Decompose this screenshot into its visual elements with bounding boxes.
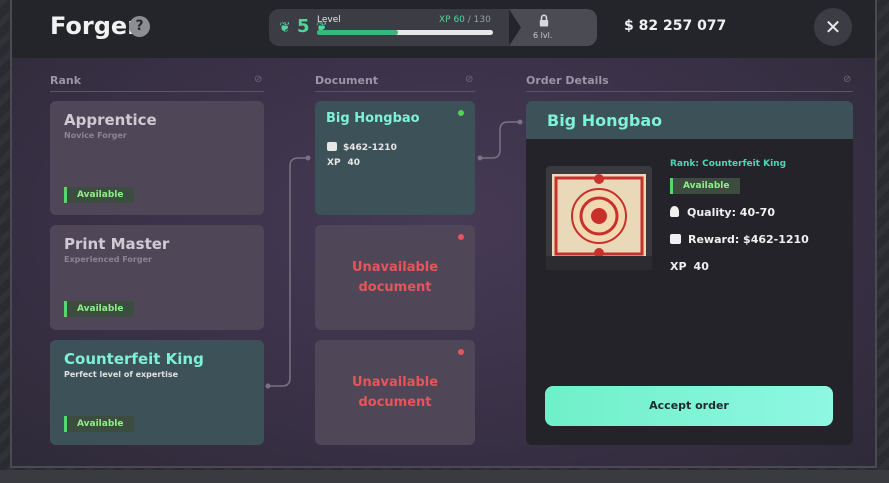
reward-value: $462-1210 xyxy=(343,143,397,153)
xp-value: 40 xyxy=(693,260,709,273)
document-reward: $462-1210 xyxy=(327,142,397,153)
details-title: Big Hongbao xyxy=(547,111,663,130)
quality-icon xyxy=(670,206,679,217)
forger-window: Forger ? ❦ 5 ❦ Level XP 60 / 130 6 lvl. … xyxy=(10,0,877,468)
unavailable-text-line2: document xyxy=(358,280,432,295)
rank-title: Counterfeit King xyxy=(64,350,204,368)
rank-title: Apprentice xyxy=(64,111,157,129)
document-preview-image xyxy=(546,166,652,270)
unavailable-text-line1: Unavailable xyxy=(351,260,439,275)
rank-subtitle: Perfect level of expertise xyxy=(64,370,179,379)
quality-value: Quality: 40-70 xyxy=(687,206,775,219)
document-title: Big Hongbao xyxy=(326,111,420,126)
rank-card-apprentice[interactable]: Apprentice Novice Forger Available xyxy=(50,101,264,215)
document-card-unavailable: Unavailable document xyxy=(315,225,475,330)
accept-order-button[interactable]: Accept order xyxy=(545,386,833,426)
rank-subtitle: Novice Forger xyxy=(64,131,127,140)
status-badge: Available xyxy=(64,187,134,203)
available-dot xyxy=(458,110,464,116)
unavailable-dot xyxy=(458,349,464,355)
hongbao-image xyxy=(546,174,652,270)
wallet-icon xyxy=(670,234,681,244)
unavailable-text-line1: Unavailable xyxy=(351,375,439,390)
taskbar xyxy=(0,470,889,483)
document-card-big-hongbao[interactable]: Big Hongbao $462-1210 XP 40 xyxy=(315,101,475,215)
xp-icon: XP xyxy=(670,260,687,273)
details-quality: Quality: 40-70 xyxy=(670,206,775,219)
status-badge: Available xyxy=(64,301,134,317)
xp-value: 40 xyxy=(347,158,361,168)
rank-card-counterfeit-king[interactable]: Counterfeit King Perfect level of expert… xyxy=(50,340,264,445)
details-xp: XP 40 xyxy=(670,260,709,273)
document-card-unavailable: Unavailable document xyxy=(315,340,475,445)
document-xp: XP 40 xyxy=(327,158,360,168)
details-rank: Rank: Counterfeit King xyxy=(670,159,787,169)
unavailable-dot xyxy=(458,234,464,240)
rank-card-print-master[interactable]: Print Master Experienced Forger Availabl… xyxy=(50,225,264,330)
unavailable-text-line2: document xyxy=(358,395,432,410)
order-details-panel: Big Hongbao Rank: Counterfeit King Avail… xyxy=(526,101,853,445)
wallet-icon xyxy=(327,142,337,151)
rank-subtitle: Experienced Forger xyxy=(64,255,152,264)
details-header: Big Hongbao xyxy=(526,101,853,139)
details-status-badge: Available xyxy=(670,178,740,194)
details-reward: Reward: $462-1210 xyxy=(670,233,809,246)
status-badge: Available xyxy=(64,416,134,432)
rank-title: Print Master xyxy=(64,235,170,253)
reward-value: Reward: $462-1210 xyxy=(688,233,809,246)
xp-icon: XP xyxy=(327,158,341,168)
